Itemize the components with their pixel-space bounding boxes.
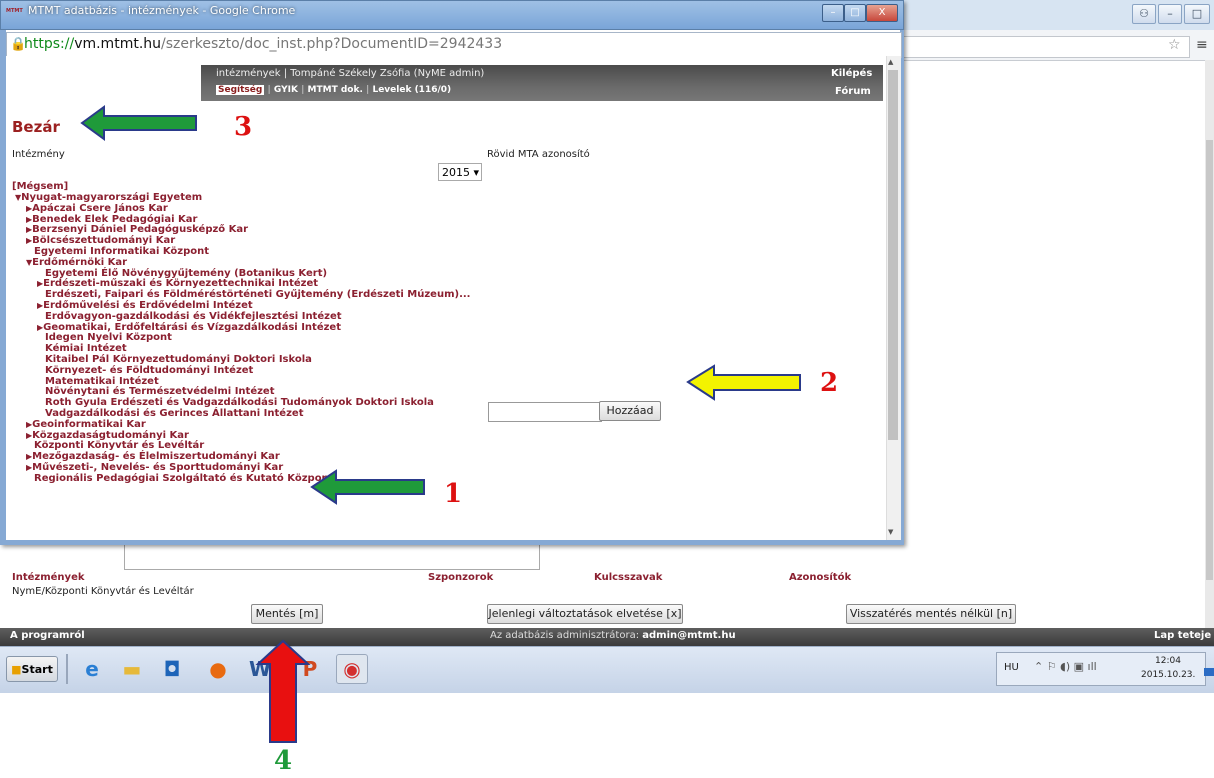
arrow-4 bbox=[255, 639, 311, 743]
annotation-number-1: 1 bbox=[444, 479, 463, 509]
annotation-number-4: 4 bbox=[274, 746, 293, 776]
arrow-3 bbox=[80, 105, 197, 141]
arrow-2 bbox=[686, 364, 801, 401]
annotation-overlay bbox=[80, 105, 801, 743]
arrow-1 bbox=[310, 469, 425, 505]
annotation-number-3: 3 bbox=[234, 112, 253, 142]
annotation-number-2: 2 bbox=[820, 368, 839, 398]
